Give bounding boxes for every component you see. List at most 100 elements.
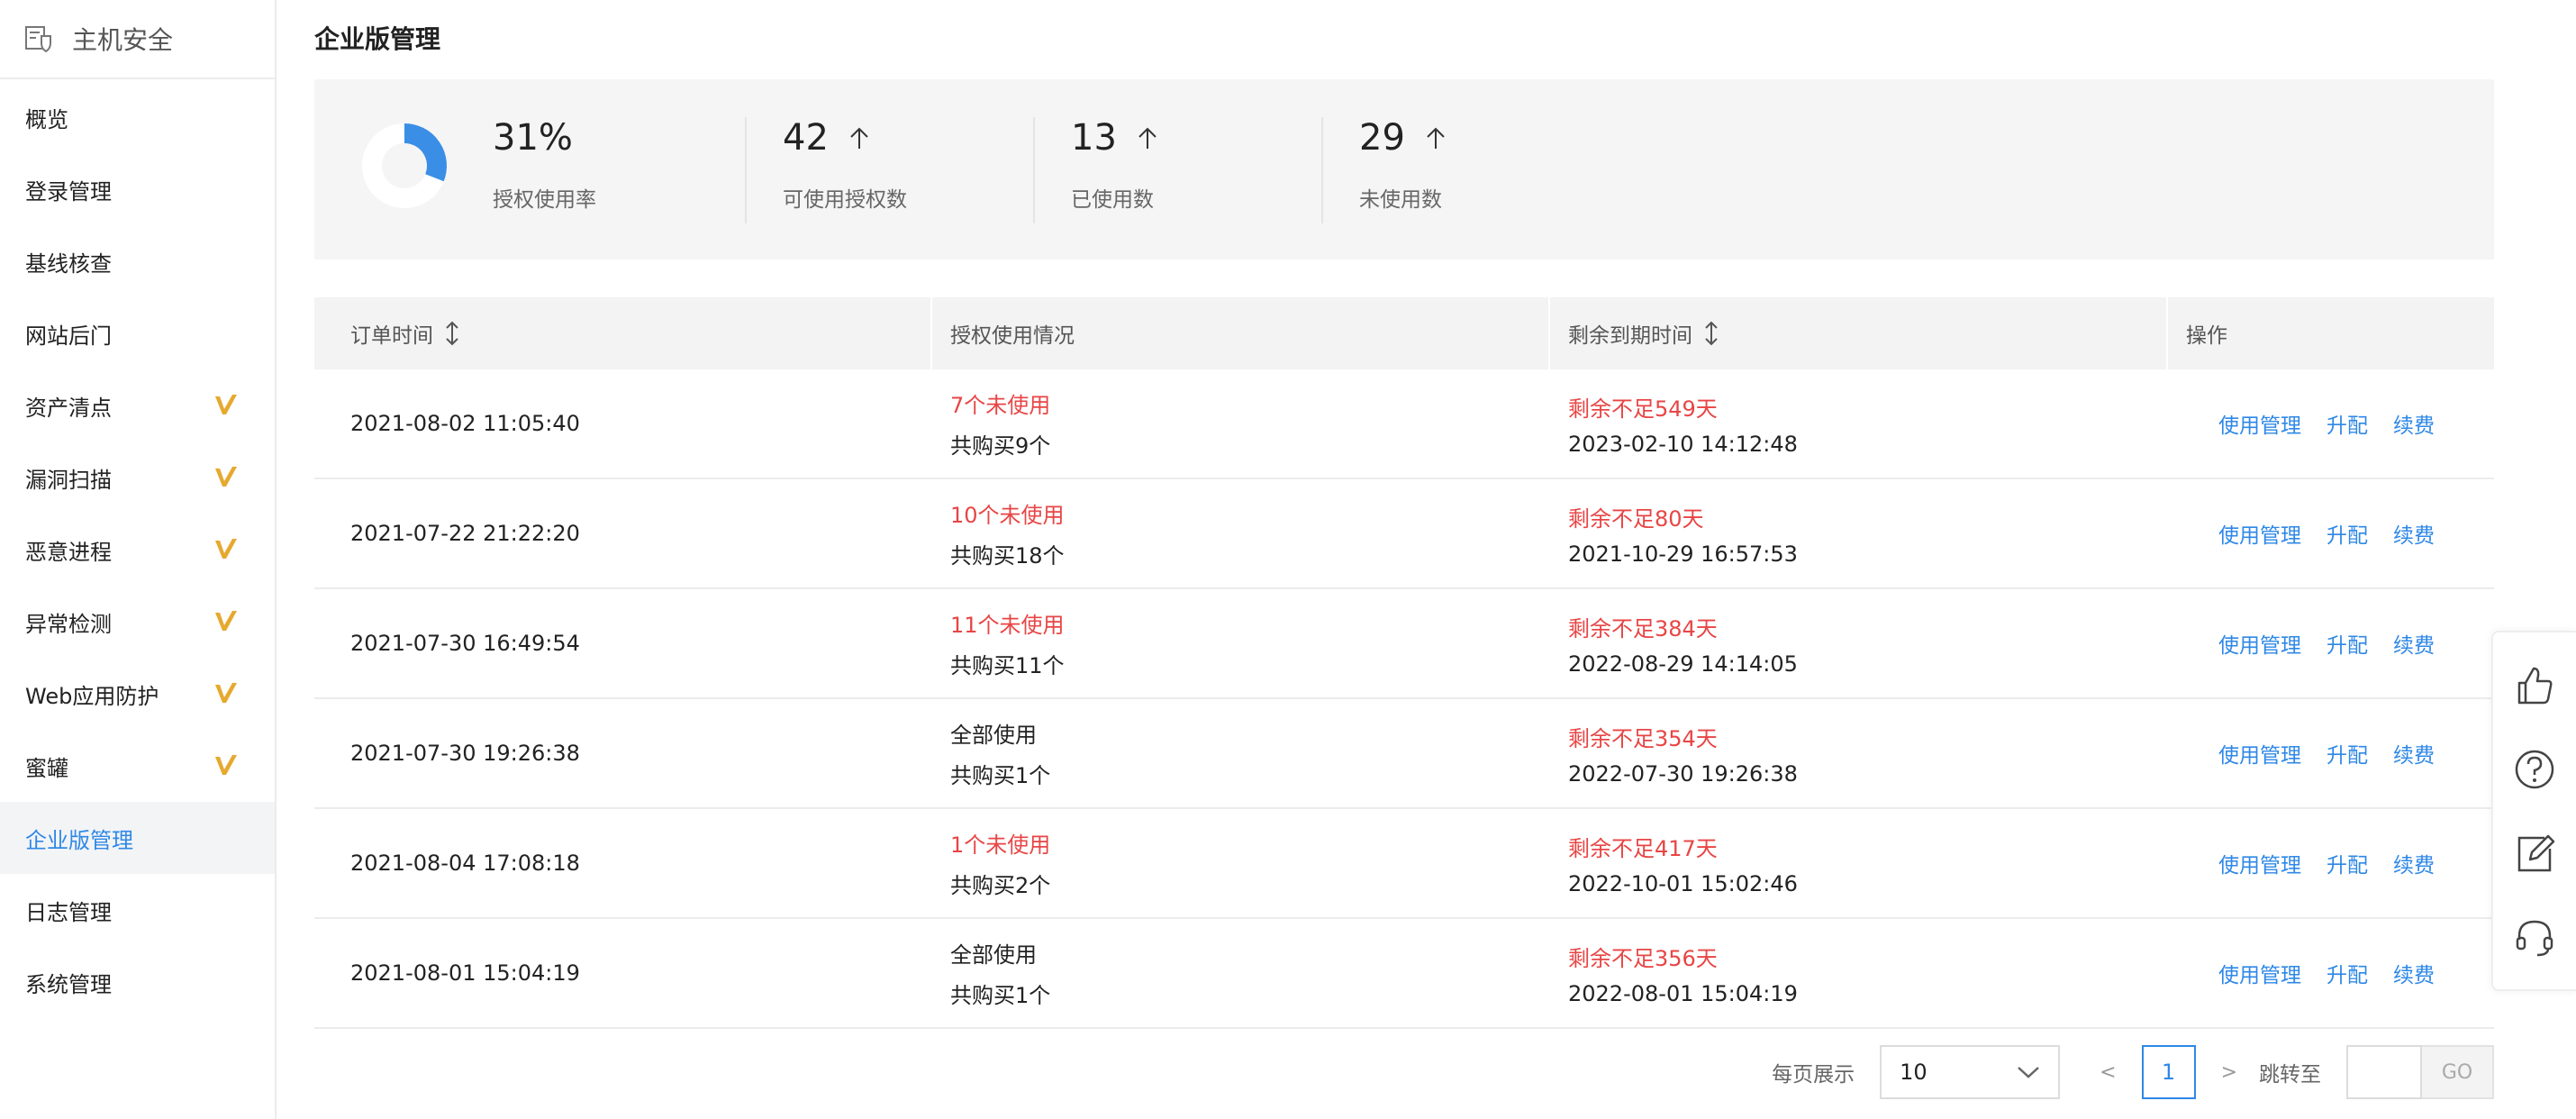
expire-time: 2022-10-01 15:02:46 xyxy=(1568,870,1798,896)
renew-link[interactable]: 续费 xyxy=(2393,958,2435,988)
usage-total: 共购买1个 xyxy=(950,763,1051,788)
go-button[interactable]: GO xyxy=(2422,1045,2494,1099)
chevron-down-icon xyxy=(2018,1067,2039,1078)
vip-badge-icon xyxy=(215,611,237,631)
cell-usage: 全部使用 共购买1个 xyxy=(932,699,1550,807)
page-number-current[interactable]: 1 xyxy=(2141,1045,2196,1099)
renew-link[interactable]: 续费 xyxy=(2393,518,2435,549)
upgrade-link[interactable]: 升配 xyxy=(2327,628,2368,659)
stat-divider xyxy=(1321,117,1323,223)
manage-usage-link[interactable]: 使用管理 xyxy=(2218,738,2301,769)
sidebar-item-label: 网站后门 xyxy=(25,323,112,349)
expire-time: 2022-08-01 15:04:19 xyxy=(1568,980,1798,1006)
brand-header[interactable]: 主机安全 xyxy=(0,0,275,79)
stat-unused-value: 29 xyxy=(1359,117,1405,159)
upgrade-link[interactable]: 升配 xyxy=(2327,738,2368,769)
table-row: 2021-08-02 11:05:40 7个未使用 共购买9个 剩余不足549天 202… xyxy=(314,369,2494,479)
upgrade-link[interactable]: 升配 xyxy=(2327,848,2368,878)
stat-used: 13 已使用数 xyxy=(1071,117,1160,213)
sidebar-item[interactable]: 蜜罐 xyxy=(0,730,275,802)
stat-usage-rate-value: 31% xyxy=(493,117,573,159)
stat-available: 42 可使用授权数 xyxy=(783,117,907,213)
sidebar-item[interactable]: 基线核查 xyxy=(0,225,275,297)
table-row: 2021-08-04 17:08:18 1个未使用 共购买2个 剩余不足417天 202… xyxy=(314,809,2494,919)
sidebar-item-label: 企业版管理 xyxy=(25,827,133,853)
prev-page-button[interactable]: < xyxy=(2100,1061,2116,1084)
manage-usage-link[interactable]: 使用管理 xyxy=(2218,628,2301,659)
sidebar-item[interactable]: 企业版管理 xyxy=(0,802,275,874)
sidebar-item-label: 系统管理 xyxy=(25,971,112,997)
usage-status: 7个未使用 xyxy=(950,393,1051,418)
cell-actions: 使用管理 升配 续费 xyxy=(2168,479,2494,587)
sidebar-nav: 概览登录管理基线核查网站后门资产清点 漏洞扫描恶意进程异常检测 Web应用防护 蜜罐企… xyxy=(0,79,275,1018)
sidebar-item-label: 基线核查 xyxy=(25,250,112,277)
cell-remaining: 剩余不足356天 2022-08-01 15:04:19 xyxy=(1550,919,2168,1027)
sort-icon[interactable] xyxy=(444,320,460,347)
sidebar-item[interactable]: 异常检测 xyxy=(0,586,275,658)
upgrade-link[interactable]: 升配 xyxy=(2327,518,2368,549)
renew-link[interactable]: 续费 xyxy=(2393,738,2435,769)
pagination: 每页展示 10 < 1 > 跳转至 GO xyxy=(1772,1045,2494,1099)
sidebar-item[interactable]: 资产清点 xyxy=(0,369,275,441)
sidebar-item[interactable]: 漏洞扫描 xyxy=(0,441,275,514)
sidebar-item[interactable]: 登录管理 xyxy=(0,153,275,225)
vip-badge-icon xyxy=(215,755,237,775)
page-size-select[interactable]: 10 xyxy=(1880,1045,2061,1099)
help-icon[interactable] xyxy=(2512,747,2557,792)
usage-total: 共购买11个 xyxy=(950,653,1065,678)
jump-page-input[interactable] xyxy=(2346,1045,2422,1099)
sidebar-item[interactable]: 概览 xyxy=(0,81,275,153)
headset-icon[interactable] xyxy=(2512,914,2557,960)
remaining-days: 剩余不足384天 xyxy=(1568,615,1718,641)
table-row: 2021-07-30 16:49:54 11个未使用 共购买11个 剩余不足384天 2… xyxy=(314,589,2494,699)
remaining-days: 剩余不足549天 xyxy=(1568,396,1718,422)
sidebar-item[interactable]: 恶意进程 xyxy=(0,514,275,586)
renew-link[interactable]: 续费 xyxy=(2393,628,2435,659)
usage-status: 1个未使用 xyxy=(950,832,1051,858)
column-header-usage: 授权使用情况 xyxy=(932,297,1550,369)
next-page-button[interactable]: > xyxy=(2221,1061,2237,1084)
sort-icon[interactable] xyxy=(1703,320,1719,347)
thumbs-up-icon[interactable] xyxy=(2512,663,2557,708)
sidebar-item[interactable]: 系统管理 xyxy=(0,946,275,1018)
cell-remaining: 剩余不足417天 2022-10-01 15:02:46 xyxy=(1550,809,2168,917)
page-size-label: 每页展示 xyxy=(1772,1063,1855,1087)
stat-unused: 29 未使用数 xyxy=(1359,117,1448,213)
manage-usage-link[interactable]: 使用管理 xyxy=(2218,958,2301,988)
stat-available-value: 42 xyxy=(783,117,829,159)
table-body: 2021-08-02 11:05:40 7个未使用 共购买9个 剩余不足549天 202… xyxy=(314,369,2494,1029)
stat-unused-label: 未使用数 xyxy=(1359,188,1442,212)
column-header-actions: 操作 xyxy=(2186,324,2227,348)
main-content: 企业版管理 31% 授权使用率 42 可使用授权数 13 已使用数 29 未使用… xyxy=(277,0,2576,1119)
renew-link[interactable]: 续费 xyxy=(2393,408,2435,439)
edit-icon[interactable] xyxy=(2512,831,2557,876)
table-header: 订单时间 授权使用情况 剩余到期时间 操作 xyxy=(314,297,2494,369)
column-header-order-time[interactable]: 订单时间 xyxy=(314,297,932,369)
table-row: 2021-07-22 21:22:20 10个未使用 共购买18个 剩余不足80天 20… xyxy=(314,479,2494,589)
sidebar-item[interactable]: 日志管理 xyxy=(0,874,275,946)
table-row: 2021-07-30 19:26:38 全部使用 共购买1个 剩余不足354天 2022… xyxy=(314,699,2494,809)
upgrade-link[interactable]: 升配 xyxy=(2327,408,2368,439)
sidebar-item-label: 概览 xyxy=(25,106,68,132)
sidebar-item-label: 恶意进程 xyxy=(25,539,112,565)
cell-actions: 使用管理 升配 续费 xyxy=(2168,589,2494,697)
remaining-days: 剩余不足354天 xyxy=(1568,725,1718,751)
stat-divider xyxy=(1033,117,1035,223)
sidebar-item[interactable]: 网站后门 xyxy=(0,297,275,369)
table-row: 2021-08-01 15:04:19 全部使用 共购买1个 剩余不足356天 2022… xyxy=(314,919,2494,1029)
upgrade-link[interactable]: 升配 xyxy=(2327,958,2368,988)
cell-usage: 10个未使用 共购买18个 xyxy=(932,479,1550,587)
manage-usage-link[interactable]: 使用管理 xyxy=(2218,518,2301,549)
stat-usage-rate-label: 授权使用率 xyxy=(493,188,596,212)
usage-status: 全部使用 xyxy=(950,942,1037,968)
vip-badge-icon xyxy=(215,395,237,414)
usage-total: 共购买1个 xyxy=(950,983,1051,1008)
floating-toolbar xyxy=(2491,631,2576,991)
sidebar-item[interactable]: Web应用防护 xyxy=(0,658,275,730)
renew-link[interactable]: 续费 xyxy=(2393,848,2435,878)
arrow-up-icon xyxy=(1138,127,1156,149)
manage-usage-link[interactable]: 使用管理 xyxy=(2218,408,2301,439)
manage-usage-link[interactable]: 使用管理 xyxy=(2218,848,2301,878)
column-header-remaining-time[interactable]: 剩余到期时间 xyxy=(1550,297,2168,369)
cell-remaining: 剩余不足354天 2022-07-30 19:26:38 xyxy=(1550,699,2168,807)
